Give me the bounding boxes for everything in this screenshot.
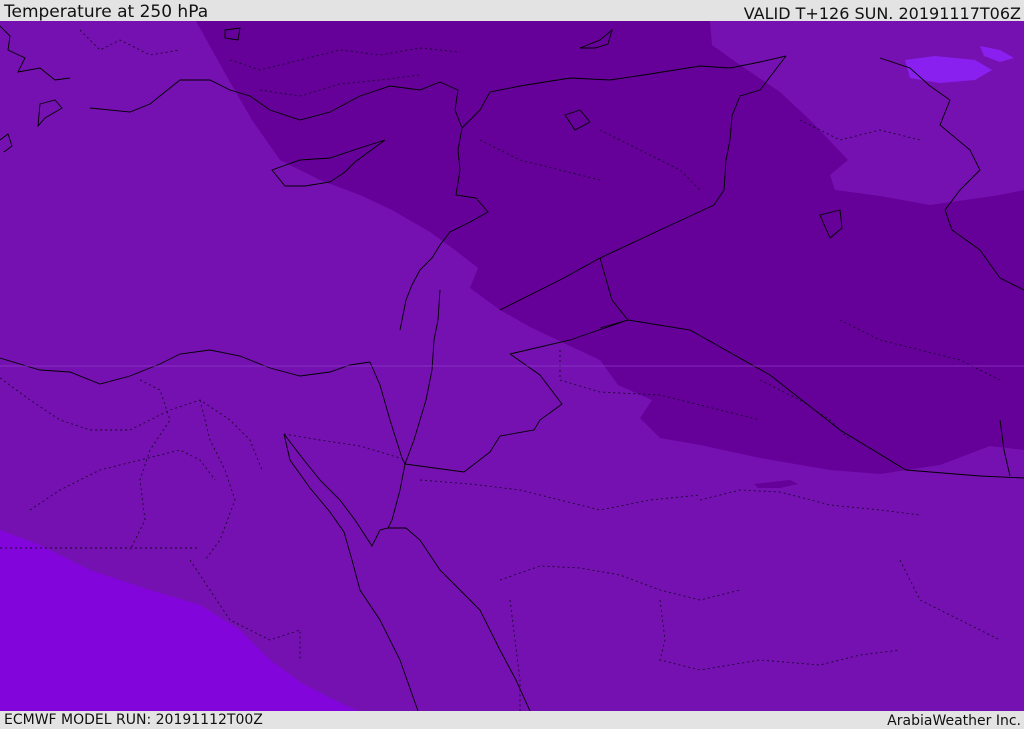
- valid-time: VALID T+126 SUN. 20191117T06Z: [743, 4, 1021, 23]
- credit-label: ArabiaWeather Inc.: [887, 713, 1021, 729]
- header-bar: Temperature at 250 hPa VALID T+126 SUN. …: [0, 0, 1024, 23]
- temperature-map: [0, 21, 1024, 711]
- map-area[interactable]: [0, 21, 1024, 711]
- model-run-label: ECMWF MODEL RUN: 20191112T00Z: [4, 712, 263, 728]
- footer-bar: ECMWF MODEL RUN: 20191112T00Z ArabiaWeat…: [0, 711, 1024, 729]
- map-title: Temperature at 250 hPa: [4, 2, 209, 22]
